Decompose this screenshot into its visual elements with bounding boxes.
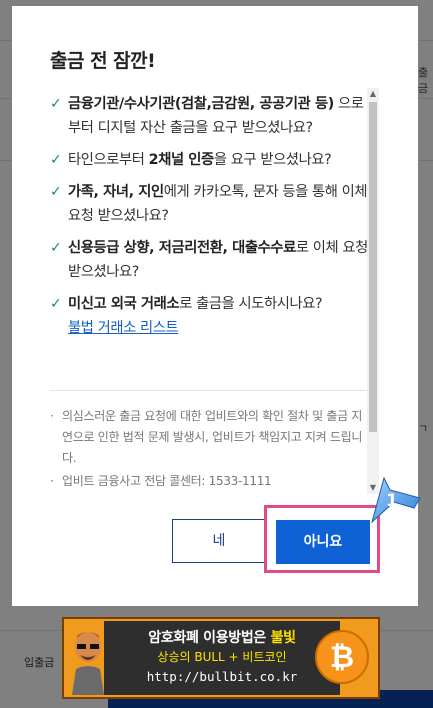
checklist-item-text: 로 출금을 시도하시나요? [179,296,323,312]
checklist-item: ✓ 미신고 외국 거래소로 출금을 시도하시나요? 불법 거래소 리스트 [50,292,370,340]
checklist-item: ✓ 신용등급 상향, 저금리전환, 대출수수료로 이체 요청 받으셨나요? [50,236,370,284]
notice-list: · 의심스러운 출금 요청에 대한 업비트와의 확인 절차 및 출금 지연으로 … [50,406,370,494]
step-number: 1 [386,491,398,511]
svg-text:₿: ₿ [330,640,354,675]
notice-item: · 의심스러운 출금 요청에 대한 업비트와의 확인 절차 및 출금 지연으로 … [50,406,370,469]
notice-text: 업비트 금융사고 전담 콜센터: 1533-1111 [62,474,272,488]
check-icon: ✓ [50,96,62,112]
scroll-up-arrow-icon[interactable]: ▲ [367,88,379,100]
checklist-item: ✓ 금융기관/수사기관(검찰,금감원, 공공기관 등) 으로부터 디지털 자산 … [50,92,370,140]
bitcoin-icon: ₿ [315,630,369,684]
checklist-item-bold: 2채널 인증 [148,152,215,168]
checklist-item-text: 타인으로부터 [68,152,149,168]
dialog-title: 출금 전 잠깐! [50,50,156,72]
bullet-icon: · [50,474,54,488]
step-arrow-icon: 1 [371,476,421,524]
checklist-item-text: 을 요구 받으셨나요? [213,152,332,168]
warning-checklist: ✓ 금융기관/수사기관(검찰,금감원, 공공기관 등) 으로부터 디지털 자산 … [50,92,370,348]
check-icon: ✓ [50,240,62,256]
illegal-exchange-list-link[interactable]: 불법 거래소 리스트 [68,320,179,336]
check-icon: ✓ [50,152,62,168]
notice-text: 의심스러운 출금 요청에 대한 업비트와의 확인 절차 및 출금 지연으로 인한… [62,409,363,465]
banner-subtitle: 상승의 BULL + 비트코인 [157,650,287,664]
yes-button[interactable]: 네 [172,519,266,563]
bullet-icon: · [50,409,54,423]
notice-item: · 업비트 금융사고 전담 콜센터: 1533-1111 [50,471,370,492]
banner-headline-highlight: 불빛 [270,630,296,646]
checklist-item-bold: 미신고 외국 거래소 [68,296,180,312]
scroll-thumb[interactable] [369,102,377,432]
character-icon [72,632,104,695]
check-icon: ✓ [50,296,62,312]
checklist-item-bold: 가족, 자녀, 지인 [68,184,164,200]
content-scrollbar[interactable]: ▲ ▼ [367,88,379,494]
banner-url: http://bullbit.co.kr [146,669,298,684]
checklist-item-bold: 금융기관/수사기관(검찰,금감원, 공공기관 등) [68,96,334,112]
banner-headline: 암호화폐 이용방법은 [148,630,271,646]
checklist-item: ✓ 타인으로부터 2채널 인증을 요구 받으셨나요? [50,148,370,172]
no-button[interactable]: 아니요 [276,520,370,564]
check-icon: ✓ [50,184,62,200]
checklist-item-bold: 신용등급 상향, 저금리전환, 대출수수료 [68,240,296,256]
promo-banner[interactable]: 암호화폐 이용방법은 불빛 상승의 BULL + 비트코인 http://bul… [62,617,380,699]
section-divider [50,390,370,391]
checklist-item: ✓ 가족, 자녀, 지인에게 카카오톡, 문자 등을 통해 이체 요청 받으셨나… [50,180,370,228]
